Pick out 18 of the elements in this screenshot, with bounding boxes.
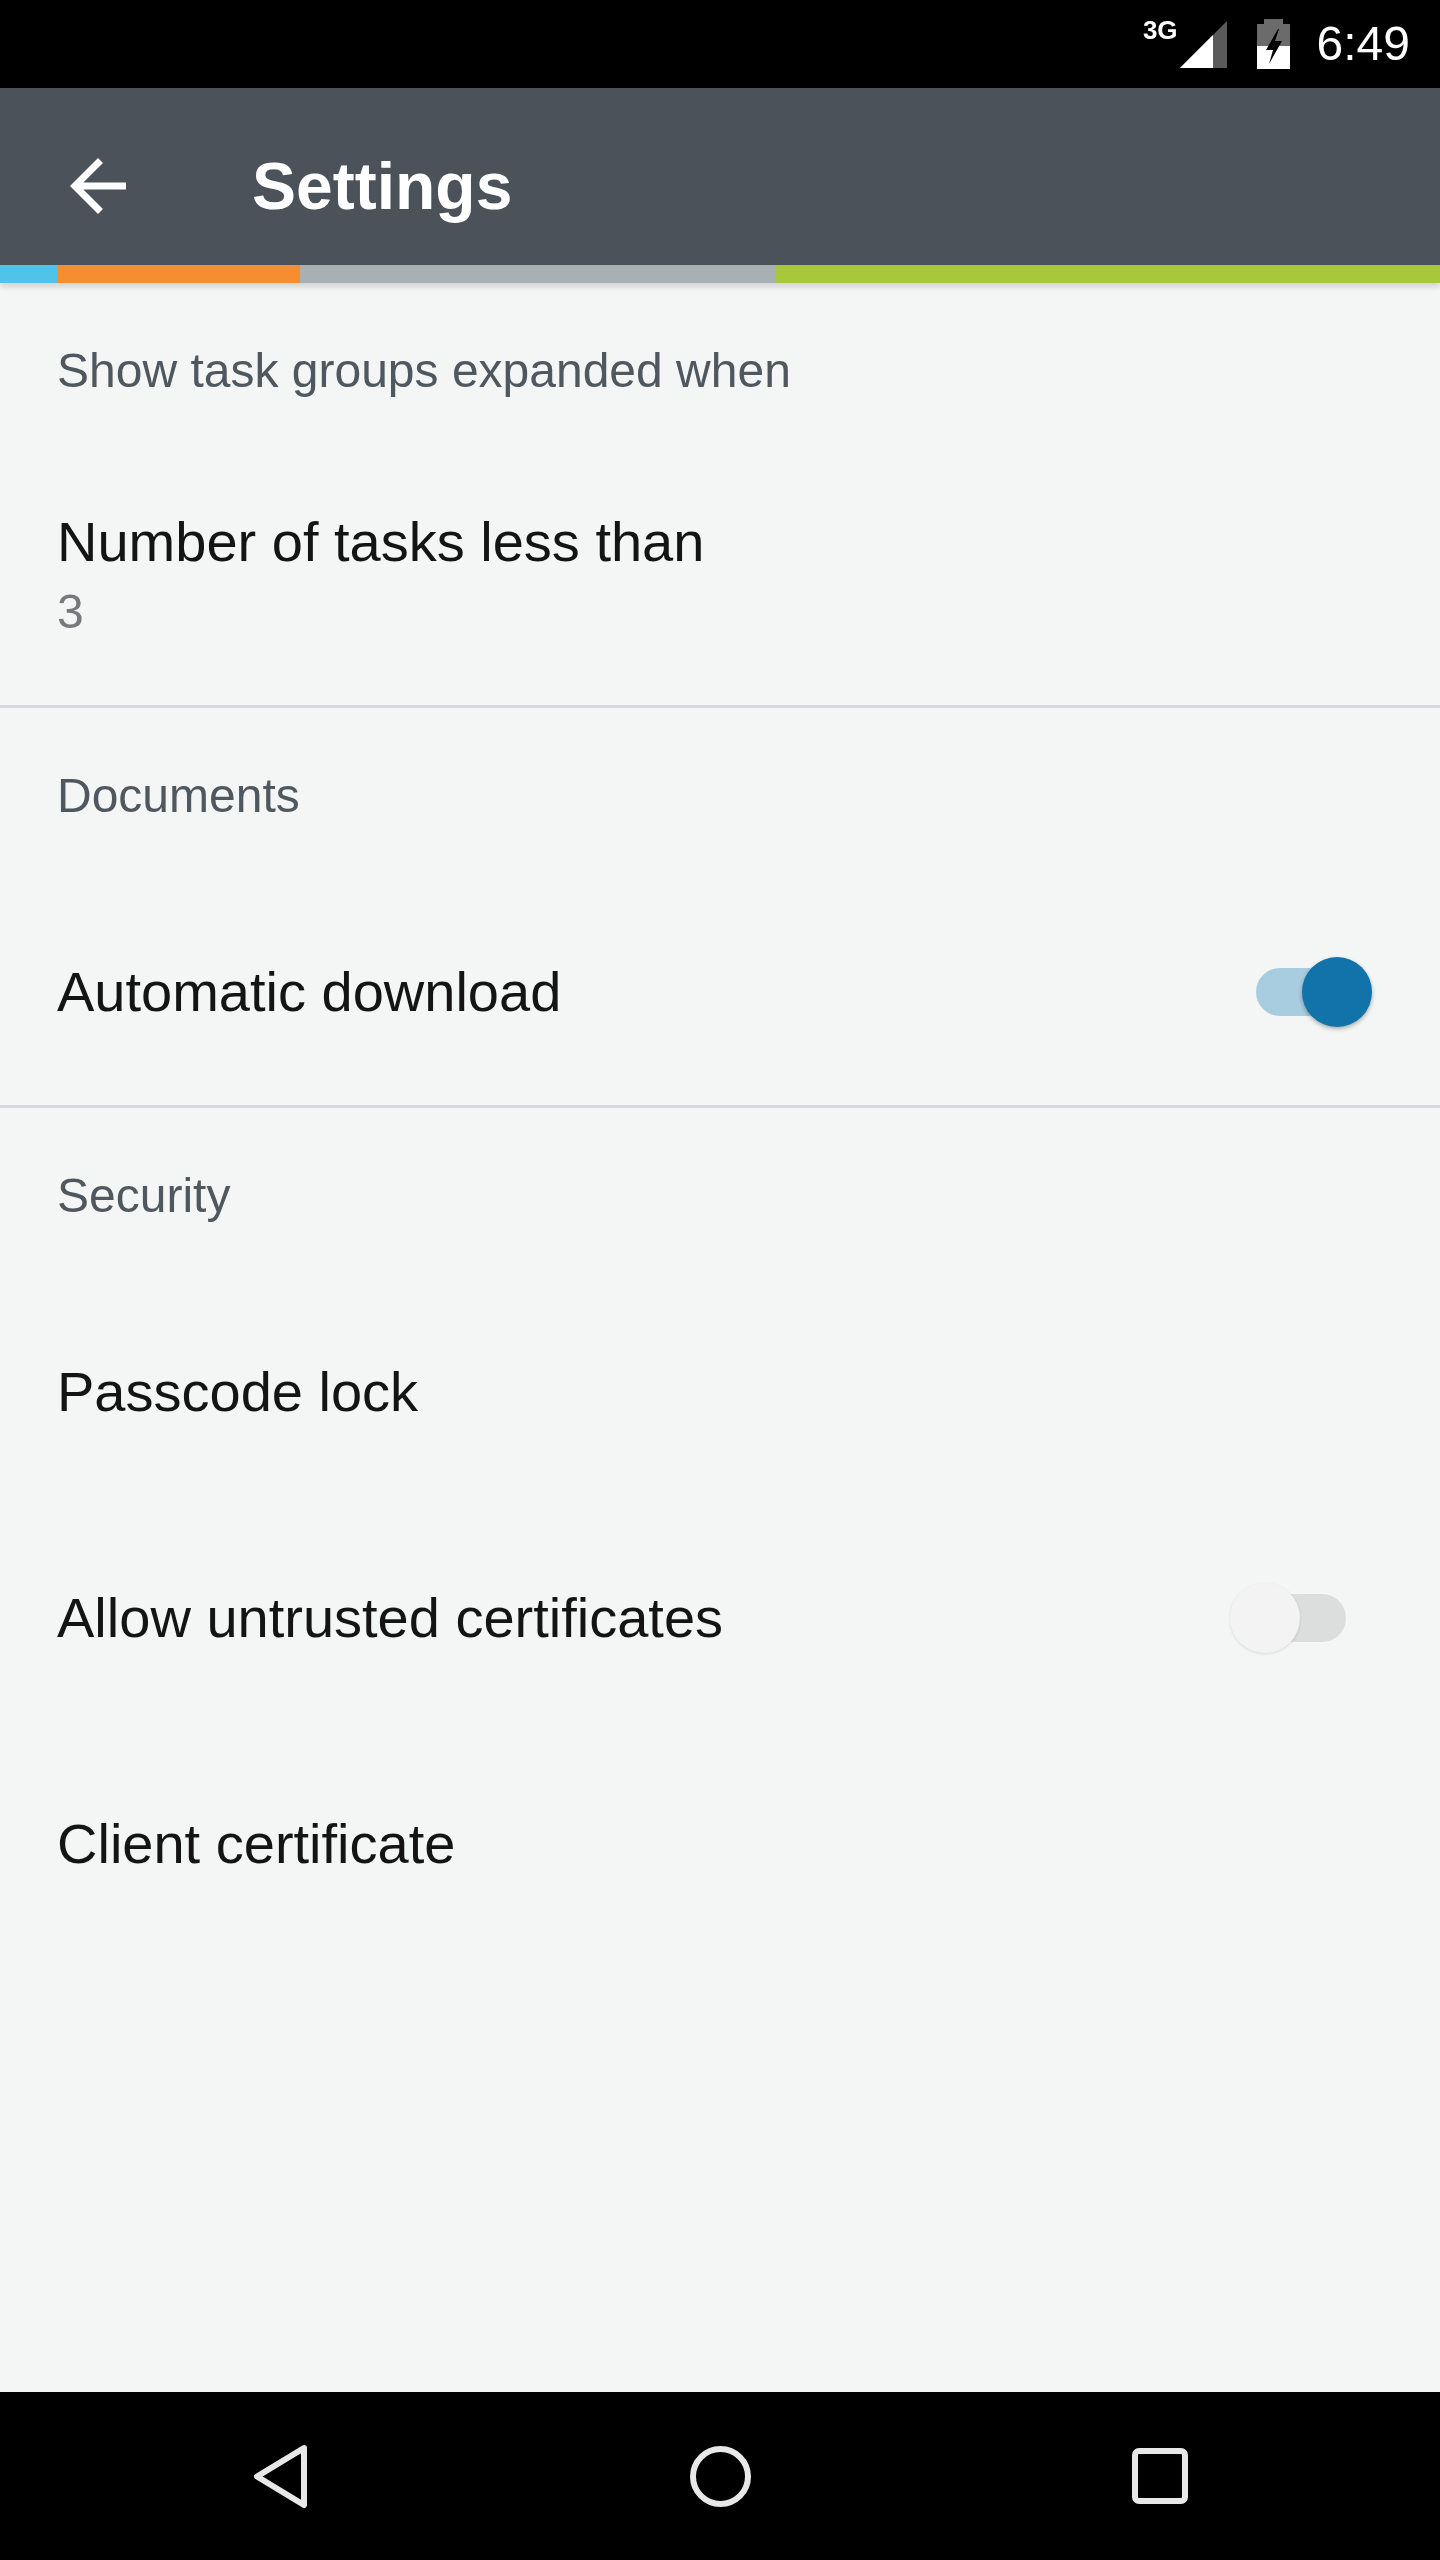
section-header: Documents bbox=[57, 768, 300, 824]
setting-value: 3 bbox=[57, 584, 84, 640]
signal-icon bbox=[1179, 20, 1227, 68]
setting-title[interactable]: Passcode lock bbox=[57, 1359, 419, 1425]
back-arrow-icon[interactable] bbox=[70, 157, 126, 214]
back-icon[interactable] bbox=[251, 2442, 309, 2510]
setting-title[interactable]: Allow untrusted certificates bbox=[57, 1585, 724, 1651]
recents-icon[interactable] bbox=[1132, 2448, 1188, 2504]
section-header: Security bbox=[57, 1168, 231, 1224]
clock-time: 6:49 bbox=[1316, 16, 1410, 72]
charging-battery-icon bbox=[1256, 19, 1290, 69]
home-icon[interactable] bbox=[689, 2445, 751, 2507]
screen-title: Settings bbox=[252, 147, 513, 225]
setting-title[interactable]: Automatic download bbox=[57, 959, 562, 1025]
section-header: Show task groups expanded when bbox=[57, 343, 791, 399]
network-type-label: 3G bbox=[1142, 16, 1178, 44]
setting-title[interactable]: Number of tasks less than bbox=[57, 509, 705, 575]
setting-title[interactable]: Client certificate bbox=[57, 1811, 456, 1877]
